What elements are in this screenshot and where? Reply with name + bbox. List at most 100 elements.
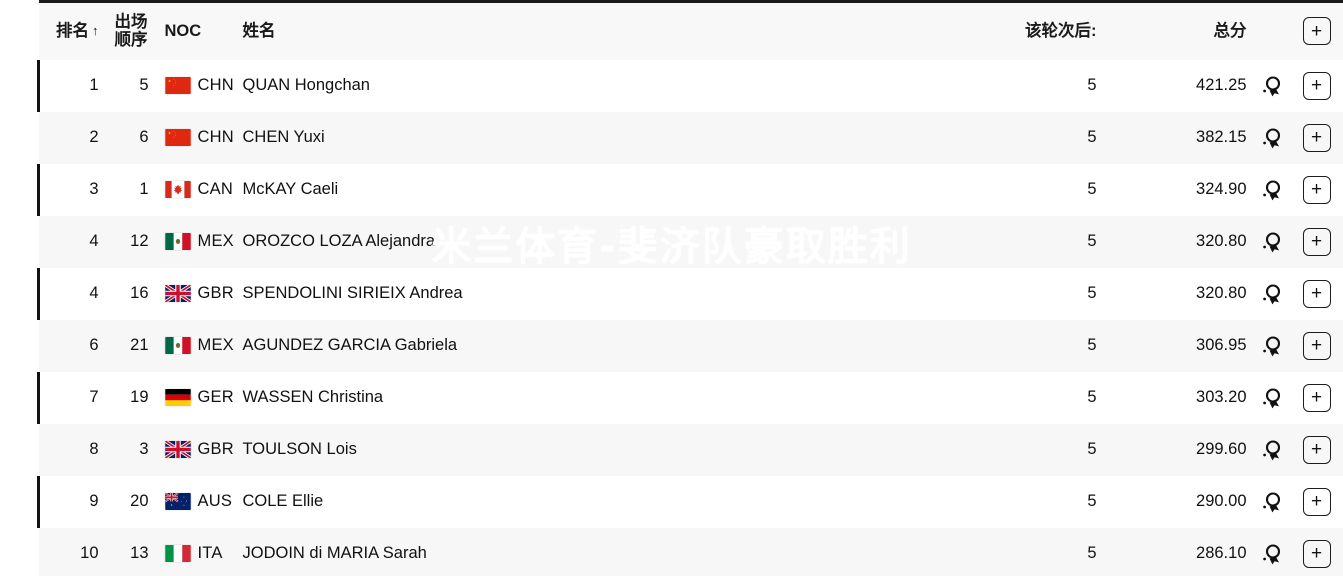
table-row[interactable]: 10 13 ITA JODOIN di MARIA Sarah 5 286.10 + (38, 527, 1343, 576)
table-row[interactable]: 4 12 MEX OROZCO LOZA Alejandra 5 320.80 + (38, 215, 1343, 268)
cell-medal (1255, 164, 1289, 216)
cell-athlete-name[interactable]: SPENDOLINI SIRIEIX Andrea (235, 268, 935, 320)
cell-add: + (1289, 268, 1343, 320)
table-row[interactable]: 4 16 GBR SPENDOLINI SIRIEIX Andrea 5 320.80 + (37, 267, 1343, 320)
cell-noc: CHN (157, 60, 235, 112)
cell-add: + (1289, 528, 1343, 576)
table-row[interactable]: 6 21 MEX AGUNDEZ GARCIA Gabriela 5 306.95 + (38, 319, 1343, 372)
cell-athlete-name[interactable]: JODOIN di MARIA Sarah (235, 528, 935, 576)
cell-athlete-name[interactable]: AGUNDEZ GARCIA Gabriela (235, 320, 935, 372)
cell-add: + (1289, 320, 1343, 372)
cell-athlete-name[interactable]: COLE Ellie (235, 476, 935, 528)
flag-ca-icon (164, 181, 191, 198)
flag-mx-icon (164, 337, 191, 354)
expand-row-button[interactable]: + (1302, 331, 1331, 360)
cell-athlete-name[interactable]: McKAY Caeli (235, 164, 935, 216)
cell-athlete-name[interactable]: WASSEN Christina (235, 372, 935, 424)
cell-athlete-name[interactable]: CHEN Yuxi (235, 112, 935, 164)
cell-noc: CAN (157, 164, 235, 216)
medal-icon (1262, 491, 1283, 513)
cell-medal (1255, 372, 1289, 424)
medal-icon (1262, 75, 1283, 97)
cell-athlete-name[interactable]: OROZCO LOZA Alejandra (235, 216, 935, 268)
cell-start-order: 12 (130, 232, 149, 250)
flag-au-icon (164, 493, 191, 510)
cell-medal (1255, 528, 1289, 576)
cell-after-round: 5 (1087, 388, 1097, 406)
medal-icon (1262, 127, 1283, 149)
cell-total-score: 303.20 (1196, 388, 1247, 406)
cell-athlete-name[interactable]: QUAN Hongchan (235, 60, 935, 112)
column-header-start-order[interactable]: 出场 顺序 (106, 1, 157, 60)
cell-start-order: 20 (130, 492, 149, 510)
column-header-rank-label: 排名 (56, 22, 89, 41)
column-header-rank[interactable]: 排名 ↑ (38, 1, 107, 60)
column-header-total[interactable]: 总分 (1104, 1, 1255, 60)
noc-code: ITA (197, 544, 223, 562)
cell-total-score: 290.00 (1196, 492, 1247, 510)
cell-rank: 3 (37, 163, 107, 216)
column-header-add: + (1288, 1, 1343, 60)
cell-start-order: 19 (130, 388, 149, 406)
cell-athlete-name[interactable]: TOULSON Lois (235, 424, 935, 476)
cell-rank: 10 (38, 527, 107, 576)
cell-medal (1255, 216, 1289, 268)
cell-total-score: 299.60 (1196, 440, 1247, 458)
results-page: 排名 ↑ 出场 顺序 NOC 姓名 该轮次后: 总分 + 1 5 CHN QUAN Ho… (0, 0, 1343, 576)
medal-icon (1262, 179, 1283, 201)
table-row[interactable]: 3 1 CAN McKAY Caeli 5 324.90 + (37, 163, 1343, 216)
cell-noc: ITA (157, 528, 235, 576)
expand-row-button[interactable]: + (1302, 123, 1331, 152)
medal-icon (1262, 543, 1283, 565)
cell-total-score: 306.95 (1196, 336, 1247, 354)
cell-noc: MEX (157, 320, 235, 372)
cell-after-round: 5 (1087, 440, 1097, 458)
cell-rank: 1 (37, 59, 107, 112)
expand-row-button[interactable]: + (1302, 279, 1331, 308)
table-row[interactable]: 7 19 GER WASSEN Christina 5 303.20 + (37, 371, 1343, 424)
flag-de-icon (164, 389, 191, 406)
table-row[interactable]: 8 3 GBR TOULSON Lois 5 299.60 + (38, 423, 1343, 476)
cell-start-order: 5 (139, 76, 149, 94)
column-header-noc[interactable]: NOC (156, 1, 235, 60)
flag-cn-icon (164, 77, 191, 94)
expand-row-button[interactable]: + (1302, 383, 1331, 412)
cell-start-order: 3 (139, 440, 149, 458)
cell-rank: 8 (38, 423, 107, 476)
table-row[interactable]: 2 6 CHN CHEN Yuxi 5 382.15 + (38, 111, 1343, 164)
cell-medal (1255, 320, 1289, 372)
cell-rank: 7 (37, 371, 107, 424)
expand-row-button[interactable]: + (1302, 539, 1331, 568)
medal-icon (1262, 439, 1283, 461)
flag-it-icon (164, 545, 191, 562)
table-row[interactable]: 9 20 AUS COLE Ellie 5 290.00 + (37, 475, 1343, 528)
cell-total-score: 320.80 (1196, 232, 1247, 250)
medal-icon (1262, 335, 1283, 357)
column-header-name[interactable]: 姓名 (234, 1, 935, 60)
noc-code: CHN (197, 76, 234, 94)
table-row[interactable]: 1 5 CHN QUAN Hongchan 5 421.25 + (37, 59, 1343, 112)
expand-row-button[interactable]: + (1302, 487, 1331, 516)
sort-ascending-icon[interactable]: ↑ (92, 23, 99, 39)
results-table: 排名 ↑ 出场 顺序 NOC 姓名 该轮次后: 总分 + 1 5 CHN QUAN Ho… (37, 0, 1343, 576)
cell-start-order: 13 (130, 544, 149, 562)
expand-row-button[interactable]: + (1302, 71, 1331, 100)
cell-noc: AUS (157, 476, 235, 528)
cell-noc: MEX (157, 216, 235, 268)
cell-medal (1255, 424, 1289, 476)
cell-noc: CHN (157, 112, 235, 164)
cell-total-score: 286.10 (1196, 544, 1247, 562)
cell-noc: GER (157, 372, 235, 424)
expand-row-button[interactable]: + (1302, 435, 1331, 464)
expand-all-button[interactable]: + (1302, 17, 1331, 46)
table-header: 排名 ↑ 出场 顺序 NOC 姓名 该轮次后: 总分 + (38, 1, 1343, 60)
cell-add: + (1289, 216, 1343, 268)
cell-rank: 2 (38, 111, 107, 164)
cell-total-score: 320.80 (1196, 284, 1247, 302)
column-header-start-order-line2: 顺序 (114, 31, 148, 50)
expand-row-button[interactable]: + (1302, 227, 1331, 256)
cell-medal (1255, 268, 1289, 320)
medal-icon (1262, 231, 1283, 253)
expand-row-button[interactable]: + (1302, 175, 1331, 204)
column-header-after-round[interactable]: 该轮次后: (934, 1, 1105, 60)
